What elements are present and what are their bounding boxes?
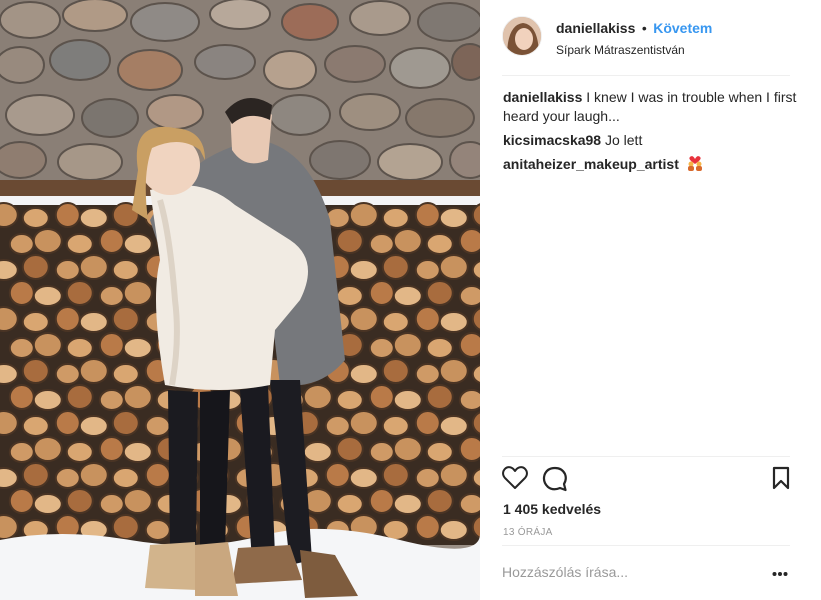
- post-photo[interactable]: [0, 0, 480, 600]
- post-time[interactable]: 13 ÓRÁJA: [503, 527, 553, 538]
- follow-button[interactable]: Követem: [653, 20, 712, 36]
- divider: [502, 456, 790, 457]
- header-username[interactable]: daniellakiss: [556, 20, 635, 36]
- divider: [502, 545, 790, 546]
- comment-item: anitaheizer_makeup_artist: [503, 155, 803, 176]
- header-separator: •: [641, 20, 647, 36]
- couple-heart-emoji-icon: [686, 155, 704, 176]
- comment-item: daniellakiss I knew I was in trouble whe…: [503, 88, 803, 126]
- heart-icon[interactable]: [502, 466, 528, 495]
- likes-count[interactable]: 1 405 kedvelés: [503, 501, 601, 517]
- comment-username[interactable]: anitaheizer_makeup_artist: [503, 156, 679, 172]
- comment-item: kicsimacska98 Jo lett: [503, 131, 803, 150]
- avatar[interactable]: [502, 16, 542, 56]
- ellipsis-icon[interactable]: [772, 564, 788, 582]
- post-actions: [502, 466, 792, 492]
- post-header: daniellakiss • Követem Sípark Mátraszent…: [502, 16, 772, 60]
- comment-text: Jo lett: [604, 132, 643, 148]
- divider: [502, 75, 790, 76]
- bookmark-icon[interactable]: [772, 466, 790, 495]
- comment-box: [502, 558, 742, 586]
- avatar-image: [503, 17, 541, 55]
- photo-illustration: [0, 0, 480, 600]
- speech-bubble-icon[interactable]: [542, 466, 568, 497]
- comment-username[interactable]: daniellakiss: [503, 89, 582, 105]
- comments-list: daniellakiss I knew I was in trouble whe…: [503, 88, 803, 181]
- comment-input[interactable]: [502, 558, 742, 586]
- location-link[interactable]: Sípark Mátraszentistván: [556, 43, 776, 57]
- comment-username[interactable]: kicsimacska98: [503, 132, 601, 148]
- post-panel: daniellakiss • Követem Sípark Mátraszent…: [480, 0, 821, 600]
